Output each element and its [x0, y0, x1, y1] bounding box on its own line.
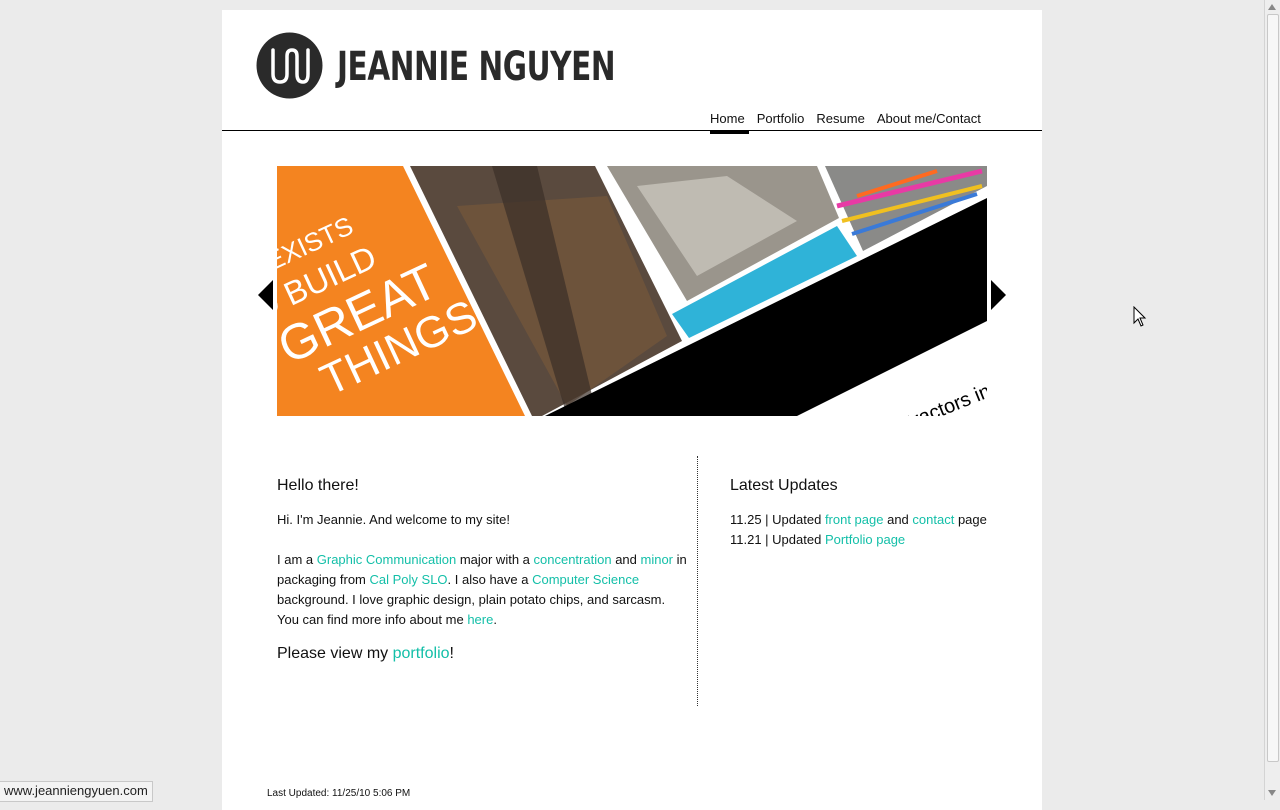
- cta-text: !: [449, 645, 454, 662]
- link-portfolio-page[interactable]: Portfolio page: [825, 532, 905, 547]
- updates-heading: Latest Updates: [730, 477, 838, 494]
- scroll-down-arrow-icon[interactable]: [1268, 790, 1276, 796]
- link-contact[interactable]: contact: [912, 512, 954, 527]
- scroll-thumb[interactable]: [1267, 14, 1279, 762]
- intro-text: major with a: [456, 552, 534, 567]
- update-text: page: [954, 512, 987, 527]
- slide-image: R EXISTS O BUILD GREAT THINGS ntractors …: [277, 166, 987, 416]
- browser-status-bar: www.jeanniengyuen.com: [0, 781, 153, 802]
- link-graphic-communication[interactable]: Graphic Communication: [317, 552, 456, 567]
- page-container: JEANNIE NGUYEN Home Portfolio Resume Abo…: [222, 10, 1042, 810]
- intro-text: . I also have a: [447, 572, 533, 587]
- cta-text: Please view my: [277, 645, 393, 662]
- link-cal-poly[interactable]: Cal Poly SLO: [370, 572, 448, 587]
- intro-body: I am a Graphic Communication major with …: [277, 550, 687, 630]
- intro-text: .: [493, 612, 497, 627]
- update-text: 11.21 | Updated: [730, 532, 825, 547]
- slider-prev-arrow-icon[interactable]: [258, 280, 273, 310]
- link-minor[interactable]: minor: [641, 552, 674, 567]
- scroll-up-arrow-icon[interactable]: [1268, 4, 1276, 10]
- update-text: and: [883, 512, 913, 527]
- link-computer-science[interactable]: Computer Science: [532, 572, 639, 587]
- mouse-pointer-icon: [1133, 306, 1147, 327]
- link-concentration[interactable]: concentration: [534, 552, 612, 567]
- last-updated-text: Last Updated: 11/25/10 5:06 PM: [267, 788, 411, 799]
- header-divider: [222, 130, 1042, 131]
- vertical-scrollbar[interactable]: [1264, 0, 1280, 800]
- intro-greeting: Hi. I'm Jeannie. And welcome to my site!: [277, 512, 510, 527]
- update-item: 11.21 | Updated Portfolio page: [730, 530, 1000, 550]
- intro-section: Hello there! Hi. I'm Jeannie. And welcom…: [277, 476, 687, 664]
- intro-text: I am a: [277, 552, 317, 567]
- hero-slideshow[interactable]: R EXISTS O BUILD GREAT THINGS ntractors …: [277, 166, 987, 416]
- slider-next-arrow-icon[interactable]: [991, 280, 1006, 310]
- link-here[interactable]: here: [467, 612, 493, 627]
- update-item: 11.25 | Updated front page and contact p…: [730, 510, 1000, 530]
- column-divider: [697, 456, 698, 706]
- link-portfolio[interactable]: portfolio: [393, 645, 450, 662]
- logo-monogram-icon[interactable]: [256, 32, 323, 99]
- portfolio-cta: Please view my portfolio!: [277, 644, 687, 664]
- update-text: 11.25 | Updated: [730, 512, 825, 527]
- updates-section: Latest Updates 11.25 | Updated front pag…: [730, 476, 1000, 550]
- site-logo-text[interactable]: JEANNIE NGUYEN: [337, 44, 616, 90]
- link-front-page[interactable]: front page: [825, 512, 884, 527]
- intro-text: and: [611, 552, 641, 567]
- intro-heading: Hello there!: [277, 477, 359, 494]
